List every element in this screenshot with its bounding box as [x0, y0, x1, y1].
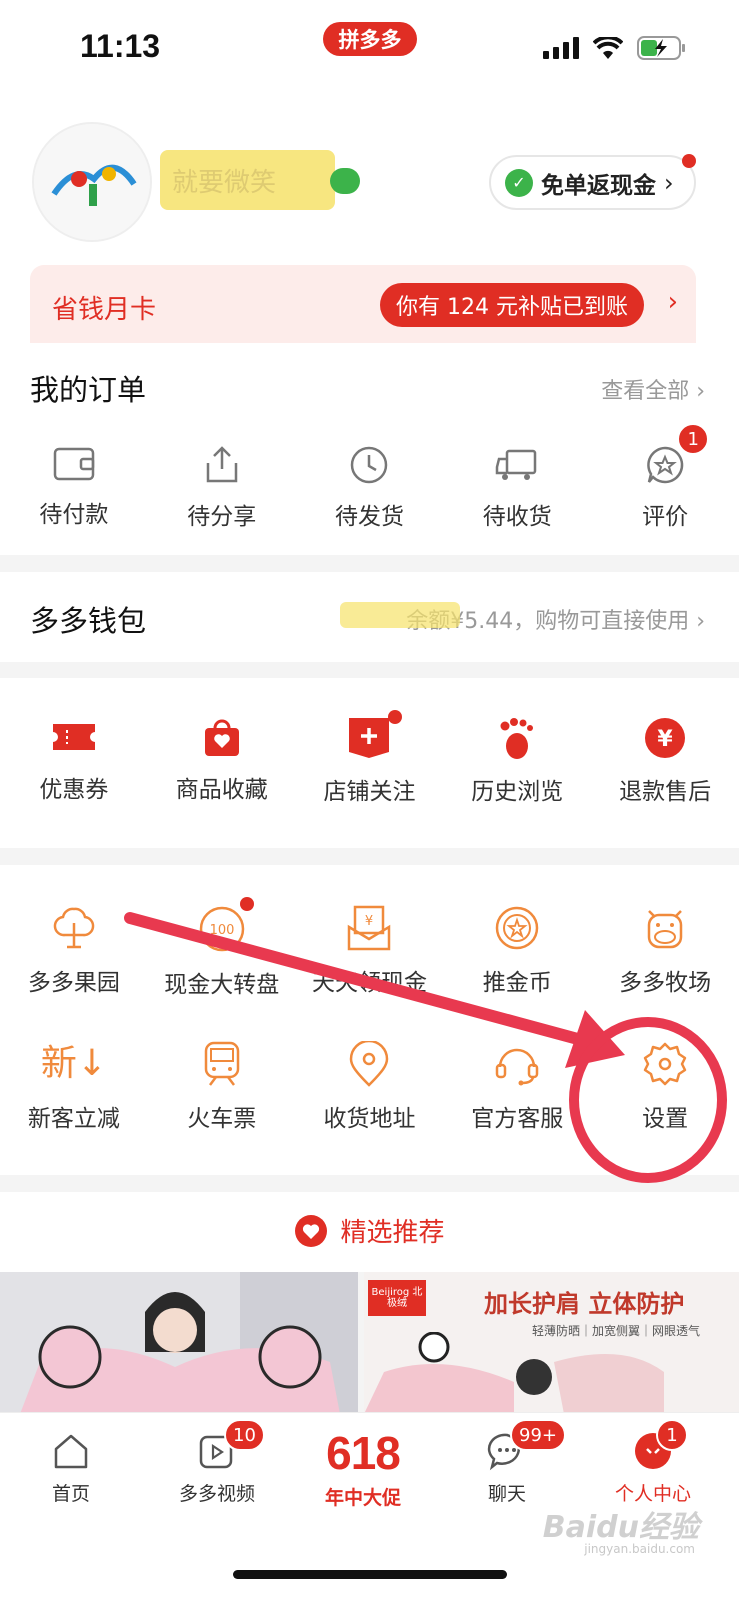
svg-text:¥: ¥	[657, 727, 673, 752]
notification-dot	[682, 154, 696, 168]
yen-icon: ¥	[645, 718, 686, 758]
tool-address[interactable]: 收货地址	[296, 1041, 444, 1133]
signal-icon	[543, 37, 579, 59]
tool-new-customer[interactable]: 新↓ 新客立减	[0, 1041, 148, 1133]
store-plus-icon	[349, 718, 390, 758]
coin-icon	[496, 906, 539, 950]
orders-row: 待付款 待分享 待发货 待收货 评价 1	[0, 423, 739, 531]
new-icon: 新↓	[40, 1043, 107, 1084]
recommend-title: 精选推荐	[340, 1218, 445, 1248]
product-image	[0, 1272, 358, 1414]
wallet-title: 多多钱包	[30, 604, 147, 638]
watermark-url: jingyan.baidu.com	[584, 1542, 695, 1556]
nav-video[interactable]: 多多视频 10	[162, 1419, 272, 1506]
cow-icon	[647, 910, 683, 949]
product-card-1[interactable]	[0, 1272, 358, 1414]
avatar[interactable]	[32, 122, 152, 242]
tools-row-1: 多多果园 100 现金大转盘 ¥ 天天领现金 推金币 多多牧场	[0, 897, 739, 999]
location-icon	[350, 1041, 389, 1087]
status-icons	[543, 36, 687, 60]
orders-title: 我的订单	[30, 373, 147, 407]
cash-envelope-icon: ¥	[348, 905, 391, 951]
cashback-button[interactable]: ✓ 免单返现金 ›	[489, 155, 696, 210]
wallet-section[interactable]: 多多钱包 余额¥5.44，购物可直接使用 ›	[0, 572, 739, 662]
footprint-icon	[500, 718, 534, 759]
battery-charging-icon	[637, 36, 685, 60]
services-row: 优惠券 商品收藏 店铺关注 历史浏览 ¥ 退款售后	[0, 710, 739, 806]
status-time: 11:13	[80, 28, 161, 64]
recommend-header: 精选推荐	[0, 1192, 739, 1272]
wechat-icon: ✓	[505, 168, 533, 197]
chevron-right-icon: ›	[667, 287, 678, 317]
notification-dot	[387, 710, 402, 724]
tool-ranch[interactable]: 多多牧场	[591, 905, 739, 999]
view-all-orders-link[interactable]: 查看全部 ›	[601, 373, 705, 405]
order-pending-shipment[interactable]: 待发货	[296, 445, 444, 531]
brand-logo: Beijirog 北极绒	[368, 1280, 426, 1316]
service-history[interactable]: 历史浏览	[443, 716, 591, 806]
avatar-image	[34, 124, 150, 240]
nav-profile[interactable]: 个人中心 1	[598, 1419, 708, 1506]
headset-icon	[496, 1048, 539, 1086]
order-pending-share[interactable]: 待分享	[148, 445, 296, 531]
tree-icon	[53, 907, 95, 949]
tool-orchard[interactable]: 多多果园	[0, 905, 148, 999]
product-card-2[interactable]: Beijirog 北极绒 加长护肩 立体防护 轻薄防晒｜加宽侧翼｜网眼透气	[364, 1272, 739, 1414]
promo-618-logo: 618	[326, 1427, 401, 1479]
watermark: Baidu经验	[542, 1510, 699, 1545]
balance-highlight	[340, 602, 460, 628]
tool-cash-wheel[interactable]: 100 现金大转盘	[148, 897, 296, 999]
share-icon	[206, 446, 237, 483]
subsidy-pill[interactable]: 你有 124 元补贴已到账	[380, 283, 644, 327]
service-followed-stores[interactable]: 店铺关注	[296, 710, 444, 806]
order-pending-receipt[interactable]: 待收货	[443, 445, 591, 531]
wifi-icon	[593, 37, 623, 59]
order-review[interactable]: 评价 1	[591, 423, 739, 531]
video-badge: 10	[224, 1419, 265, 1451]
nav-promo[interactable]: 618 年中大促	[308, 1427, 418, 1510]
svg-text:¥: ¥	[365, 914, 373, 929]
product-headline: 加长护肩 立体防护	[484, 1289, 685, 1318]
review-icon	[647, 446, 684, 484]
chevron-right-icon: ›	[664, 168, 674, 197]
coupon-icon	[52, 724, 95, 750]
bag-heart-icon	[204, 719, 239, 756]
savings-card[interactable]: 省钱月卡 你有 124 元补贴已到账 ›	[30, 265, 696, 343]
cashback-label: 免单返现金	[541, 172, 656, 199]
clock-icon	[351, 446, 388, 484]
tools-section: 多多果园 100 现金大转盘 ¥ 天天领现金 推金币 多多牧场 新↓ 新客立减 …	[0, 865, 739, 1175]
home-icon	[54, 1434, 88, 1469]
gear-icon	[643, 1042, 687, 1086]
tool-customer-service[interactable]: 官方客服	[443, 1041, 591, 1133]
service-refund[interactable]: ¥ 退款售后	[591, 716, 739, 806]
tool-coin-pusher[interactable]: 推金币	[443, 905, 591, 999]
savings-card-title: 省钱月卡	[52, 295, 157, 325]
profile-badge: 1	[656, 1419, 688, 1451]
nav-chat[interactable]: 聊天 99+	[452, 1419, 566, 1506]
tool-settings[interactable]: 设置	[591, 1041, 739, 1133]
chat-badge: 99+	[510, 1419, 566, 1451]
service-coupon[interactable]: 优惠券	[0, 716, 148, 806]
nav-home[interactable]: 首页	[16, 1431, 126, 1506]
tools-row-2: 新↓ 新客立减 火车票 收货地址 官方客服 设置	[0, 1041, 739, 1133]
app-badge: 拼多多	[323, 22, 417, 56]
orders-section: 我的订单 查看全部 › 待付款 待分享 待发货 待收货 评价 1	[0, 345, 739, 555]
train-icon	[204, 1041, 239, 1086]
truck-icon	[496, 449, 537, 480]
tool-train-ticket[interactable]: 火车票	[148, 1041, 296, 1133]
order-pending-payment[interactable]: 待付款	[0, 445, 148, 531]
tool-daily-cash[interactable]: ¥ 天天领现金	[296, 905, 444, 999]
review-badge: 1	[677, 423, 710, 455]
services-section: 优惠券 商品收藏 店铺关注 历史浏览 ¥ 退款售后	[0, 678, 739, 848]
username-blurred: 就要微笑	[160, 150, 335, 210]
wallet-icon	[53, 447, 95, 481]
svg-text:100: 100	[209, 923, 234, 938]
service-favorites[interactable]: 商品收藏	[148, 716, 296, 806]
product-image	[364, 1332, 664, 1414]
wechat-icon	[330, 168, 360, 194]
notification-dot	[239, 897, 254, 911]
heart-icon	[295, 1214, 328, 1247]
home-indicator[interactable]	[233, 1570, 507, 1579]
wheel-icon: 100	[199, 906, 244, 952]
